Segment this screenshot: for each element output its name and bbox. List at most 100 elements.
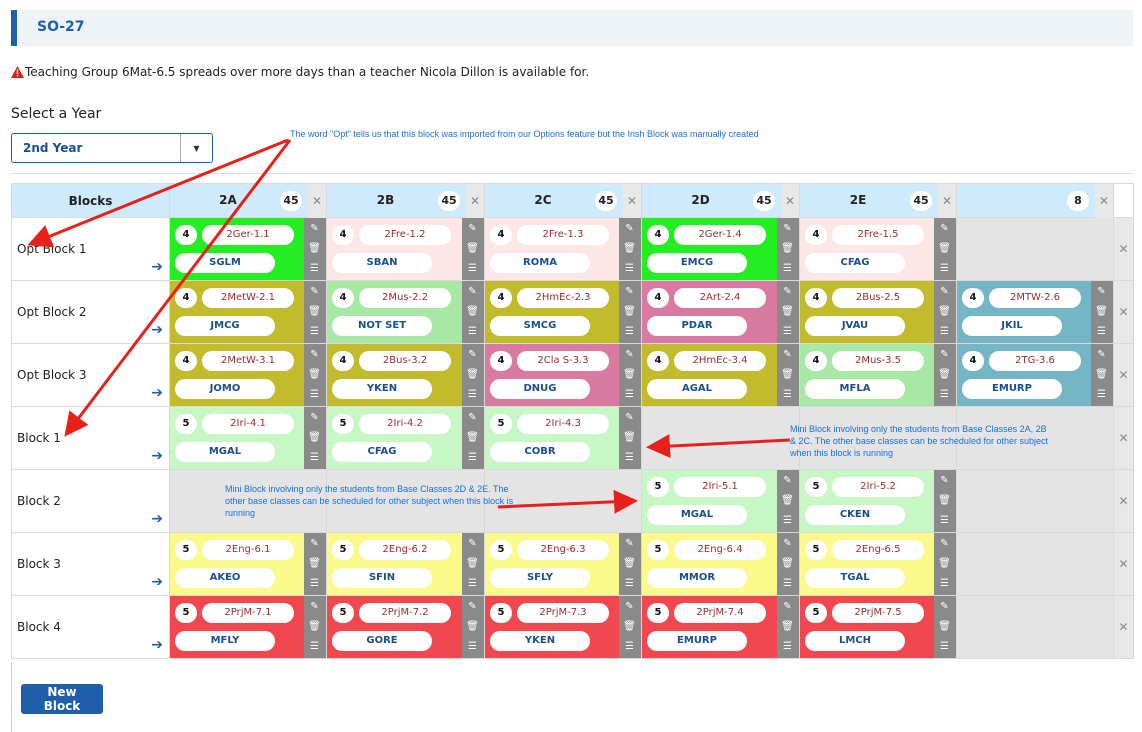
group-code[interactable]: 2Fre-1.3: [517, 225, 609, 245]
close-icon[interactable]: ✕: [466, 184, 484, 218]
teaching-group-cell[interactable]: 5 2Iri-5.2 CKEN ✎ 🗑 ☰: [799, 469, 957, 533]
group-code[interactable]: 2Fre-1.2: [359, 225, 451, 245]
teacher-code[interactable]: JMCG: [175, 316, 275, 336]
teacher-code[interactable]: EMURP: [647, 631, 747, 651]
list-icon[interactable]: ☰: [307, 639, 322, 654]
pencil-icon[interactable]: ✎: [937, 599, 952, 614]
pencil-icon[interactable]: ✎: [937, 473, 952, 488]
trash-icon[interactable]: 🗑: [622, 430, 637, 445]
trash-icon[interactable]: 🗑: [937, 556, 952, 571]
teaching-group-cell[interactable]: 5 2Iri-5.1 MGAL ✎ 🗑 ☰: [641, 469, 800, 533]
teacher-code[interactable]: GORE: [332, 631, 432, 651]
teacher-code[interactable]: LMCH: [805, 631, 905, 651]
teaching-group-cell[interactable]: 4 2Ger-1.1 SGLM ✎ 🗑 ☰: [169, 217, 327, 281]
teacher-code[interactable]: PDAR: [647, 316, 747, 336]
close-icon[interactable]: ✕: [1113, 595, 1134, 659]
trash-icon[interactable]: 🗑: [622, 241, 637, 256]
teaching-group-cell[interactable]: 4 2Bus-2.5 JVAU ✎ 🗑 ☰: [799, 280, 957, 344]
trash-icon[interactable]: 🗑: [307, 367, 322, 382]
trash-icon[interactable]: 🗑: [465, 304, 480, 319]
teaching-group-cell[interactable]: 5 2Iri-4.3 COBR ✎ 🗑 ☰: [484, 406, 642, 470]
teaching-group-cell[interactable]: 5 2PrjM-7.2 GORE ✎ 🗑 ☰: [326, 595, 485, 659]
trash-icon[interactable]: 🗑: [780, 304, 795, 319]
teaching-group-cell[interactable]: 4 2MetW-2.1 JMCG ✎ 🗑 ☰: [169, 280, 327, 344]
group-code[interactable]: 2Art-2.4: [674, 288, 766, 308]
teaching-group-cell[interactable]: 4 2Art-2.4 PDAR ✎ 🗑 ☰: [641, 280, 800, 344]
list-icon[interactable]: ☰: [465, 261, 480, 276]
close-icon[interactable]: ✕: [1113, 532, 1134, 596]
teaching-group-cell[interactable]: 4 2HmEc-3.4 AGAL ✎ 🗑 ☰: [641, 343, 800, 407]
group-code[interactable]: 2Iri-5.2: [832, 477, 924, 497]
list-icon[interactable]: ☰: [780, 639, 795, 654]
group-code[interactable]: 2Eng-6.1: [202, 540, 294, 560]
list-icon[interactable]: ☰: [465, 387, 480, 402]
teaching-group-cell[interactable]: 4 2TG-3.6 EMURP ✎ 🗑 ☰: [956, 343, 1114, 407]
group-code[interactable]: 2Cla S-3.3: [517, 351, 609, 371]
list-icon[interactable]: ☰: [465, 576, 480, 591]
teacher-code[interactable]: YKEN: [490, 631, 590, 651]
list-icon[interactable]: ☰: [465, 639, 480, 654]
pencil-icon[interactable]: ✎: [622, 599, 637, 614]
teaching-group-cell[interactable]: 5 2PrjM-7.4 EMURP ✎ 🗑 ☰: [641, 595, 800, 659]
trash-icon[interactable]: 🗑: [465, 241, 480, 256]
group-code[interactable]: 2Fre-1.5: [832, 225, 924, 245]
teacher-code[interactable]: DNUG: [490, 379, 590, 399]
pencil-icon[interactable]: ✎: [622, 284, 637, 299]
list-icon[interactable]: ☰: [622, 387, 637, 402]
group-code[interactable]: 2Eng-6.2: [359, 540, 451, 560]
teaching-group-cell[interactable]: 5 2PrjM-7.1 MFLY ✎ 🗑 ☰: [169, 595, 327, 659]
teacher-code[interactable]: CKEN: [805, 505, 905, 525]
group-code[interactable]: 2PrjM-7.3: [517, 603, 609, 623]
new-block-button[interactable]: New Block: [21, 684, 103, 714]
pencil-icon[interactable]: ✎: [937, 536, 952, 551]
group-code[interactable]: 2Ger-1.1: [202, 225, 294, 245]
list-icon[interactable]: ☰: [307, 450, 322, 465]
pencil-icon[interactable]: ✎: [307, 599, 322, 614]
list-icon[interactable]: ☰: [465, 324, 480, 339]
list-icon[interactable]: ☰: [780, 513, 795, 528]
trash-icon[interactable]: 🗑: [780, 241, 795, 256]
trash-icon[interactable]: 🗑: [622, 619, 637, 634]
group-code[interactable]: 2Eng-6.5: [832, 540, 924, 560]
close-icon[interactable]: ✕: [623, 184, 641, 218]
trash-icon[interactable]: 🗑: [780, 367, 795, 382]
group-code[interactable]: 2Eng-6.3: [517, 540, 609, 560]
group-code[interactable]: 2Mus-3.5: [832, 351, 924, 371]
teacher-code[interactable]: SFLY: [490, 568, 590, 588]
arrow-right-icon[interactable]: ➔: [151, 322, 163, 338]
list-icon[interactable]: ☰: [307, 324, 322, 339]
list-icon[interactable]: ☰: [622, 450, 637, 465]
teaching-group-cell[interactable]: 4 2Ger-1.4 EMCG ✎ 🗑 ☰: [641, 217, 800, 281]
trash-icon[interactable]: 🗑: [307, 430, 322, 445]
arrow-right-icon[interactable]: ➔: [151, 448, 163, 464]
group-code[interactable]: 2MetW-2.1: [202, 288, 294, 308]
teacher-code[interactable]: SFIN: [332, 568, 432, 588]
close-icon[interactable]: ✕: [781, 184, 799, 218]
trash-icon[interactable]: 🗑: [937, 304, 952, 319]
list-icon[interactable]: ☰: [937, 387, 952, 402]
close-icon[interactable]: ✕: [938, 184, 956, 218]
pencil-icon[interactable]: ✎: [307, 410, 322, 425]
pencil-icon[interactable]: ✎: [622, 536, 637, 551]
list-icon[interactable]: ☰: [1094, 387, 1109, 402]
teacher-code[interactable]: EMCG: [647, 253, 747, 273]
group-code[interactable]: 2HmEc-2.3: [517, 288, 609, 308]
group-code[interactable]: 2PrjM-7.1: [202, 603, 294, 623]
pencil-icon[interactable]: ✎: [780, 221, 795, 236]
teacher-code[interactable]: SBAN: [332, 253, 432, 273]
trash-icon[interactable]: 🗑: [937, 367, 952, 382]
pencil-icon[interactable]: ✎: [780, 536, 795, 551]
arrow-right-icon[interactable]: ➔: [151, 637, 163, 653]
teacher-code[interactable]: TGAL: [805, 568, 905, 588]
group-code[interactable]: 2TG-3.6: [989, 351, 1081, 371]
teacher-code[interactable]: EMURP: [962, 379, 1062, 399]
teaching-group-cell[interactable]: 5 2Eng-6.5 TGAL ✎ 🗑 ☰: [799, 532, 957, 596]
trash-icon[interactable]: 🗑: [622, 556, 637, 571]
list-icon[interactable]: ☰: [780, 387, 795, 402]
pencil-icon[interactable]: ✎: [307, 284, 322, 299]
close-icon[interactable]: ✕: [1095, 184, 1113, 218]
close-icon[interactable]: ✕: [1113, 406, 1134, 470]
teaching-group-cell[interactable]: 5 2PrjM-7.5 LMCH ✎ 🗑 ☰: [799, 595, 957, 659]
trash-icon[interactable]: 🗑: [307, 241, 322, 256]
arrow-right-icon[interactable]: ➔: [151, 385, 163, 401]
